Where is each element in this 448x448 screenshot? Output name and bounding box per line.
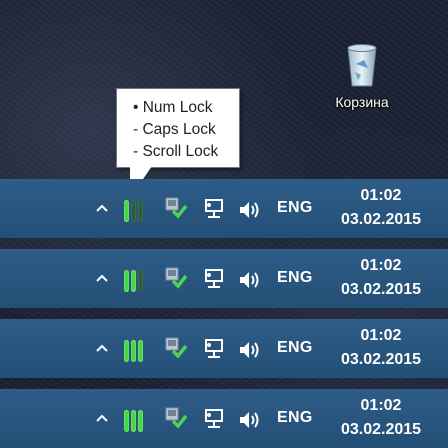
clock-date[interactable]: 03.02.2015 [340,420,422,440]
clock-time[interactable]: 01:02 [340,186,422,206]
network-icon[interactable] [203,408,225,430]
network-icon[interactable] [203,198,225,220]
lock-indicator-icon [131,270,136,292]
network-icon[interactable] [203,268,225,290]
lock-status-tooltip: • Num Lock - Caps Lock - Scroll Lock [116,88,240,168]
desktop: Корзина • Num Lock - Caps Lock - Scroll … [0,0,448,448]
lock-indicator-icon [131,200,136,222]
recycle-bin-icon [347,44,377,87]
lock-indicator-icon [138,200,143,222]
volume-icon[interactable] [238,340,262,360]
lock-indicator-icon [138,270,143,292]
clock-time[interactable]: 01:02 [340,396,422,416]
lock-indicator-icon [124,200,129,222]
network-icon[interactable] [203,338,225,360]
taskbar-tray: ENG 01:02 03.02.2015 [0,389,448,448]
lock-indicator-icon [124,270,129,292]
recycle-bin[interactable]: Корзина [322,42,402,110]
keyboard-lock-indicator[interactable] [124,338,143,362]
volume-icon[interactable] [238,200,262,220]
tooltip-scroll-lock: - Scroll Lock [133,143,219,160]
chevron-up-icon[interactable] [96,274,108,282]
lock-indicator-icon [131,340,136,362]
lock-indicator-icon [131,410,136,432]
defender-icon[interactable] [164,197,188,221]
tooltip-num-lock: • Num Lock [133,99,213,116]
clock-date[interactable]: 03.02.2015 [340,210,422,230]
language-indicator[interactable]: ENG [277,199,313,217]
taskbar-tray: ENG 01:02 03.02.2015 [0,319,448,378]
language-indicator[interactable]: ENG [277,409,313,427]
taskbar-tray: ENG 01:02 03.02.2015 [0,179,448,238]
clock-time[interactable]: 01:02 [340,326,422,346]
recycle-bin-label: Корзина [335,94,389,110]
keyboard-lock-indicator[interactable] [124,268,143,292]
defender-icon[interactable] [164,337,188,361]
clock-date[interactable]: 03.02.2015 [340,280,422,300]
clock-time[interactable]: 01:02 [340,256,422,276]
language-indicator[interactable]: ENG [277,269,313,287]
chevron-up-icon[interactable] [96,414,108,422]
keyboard-lock-indicator[interactable] [124,198,143,222]
volume-icon[interactable] [238,410,262,430]
lock-indicator-icon [124,340,129,362]
defender-icon[interactable] [164,267,188,291]
tooltip-caps-lock: - Caps Lock [133,121,216,138]
lock-indicator-icon [138,340,143,362]
clock-date[interactable]: 03.02.2015 [340,350,422,370]
chevron-up-icon[interactable] [96,204,108,212]
taskbar-tray: ENG 01:02 03.02.2015 [0,249,448,308]
language-indicator[interactable]: ENG [277,339,313,357]
lock-indicator-icon [124,410,129,432]
defender-icon[interactable] [164,407,188,431]
keyboard-lock-indicator[interactable] [124,408,143,432]
lock-indicator-icon [138,410,143,432]
chevron-up-icon[interactable] [96,344,108,352]
volume-icon[interactable] [238,270,262,290]
